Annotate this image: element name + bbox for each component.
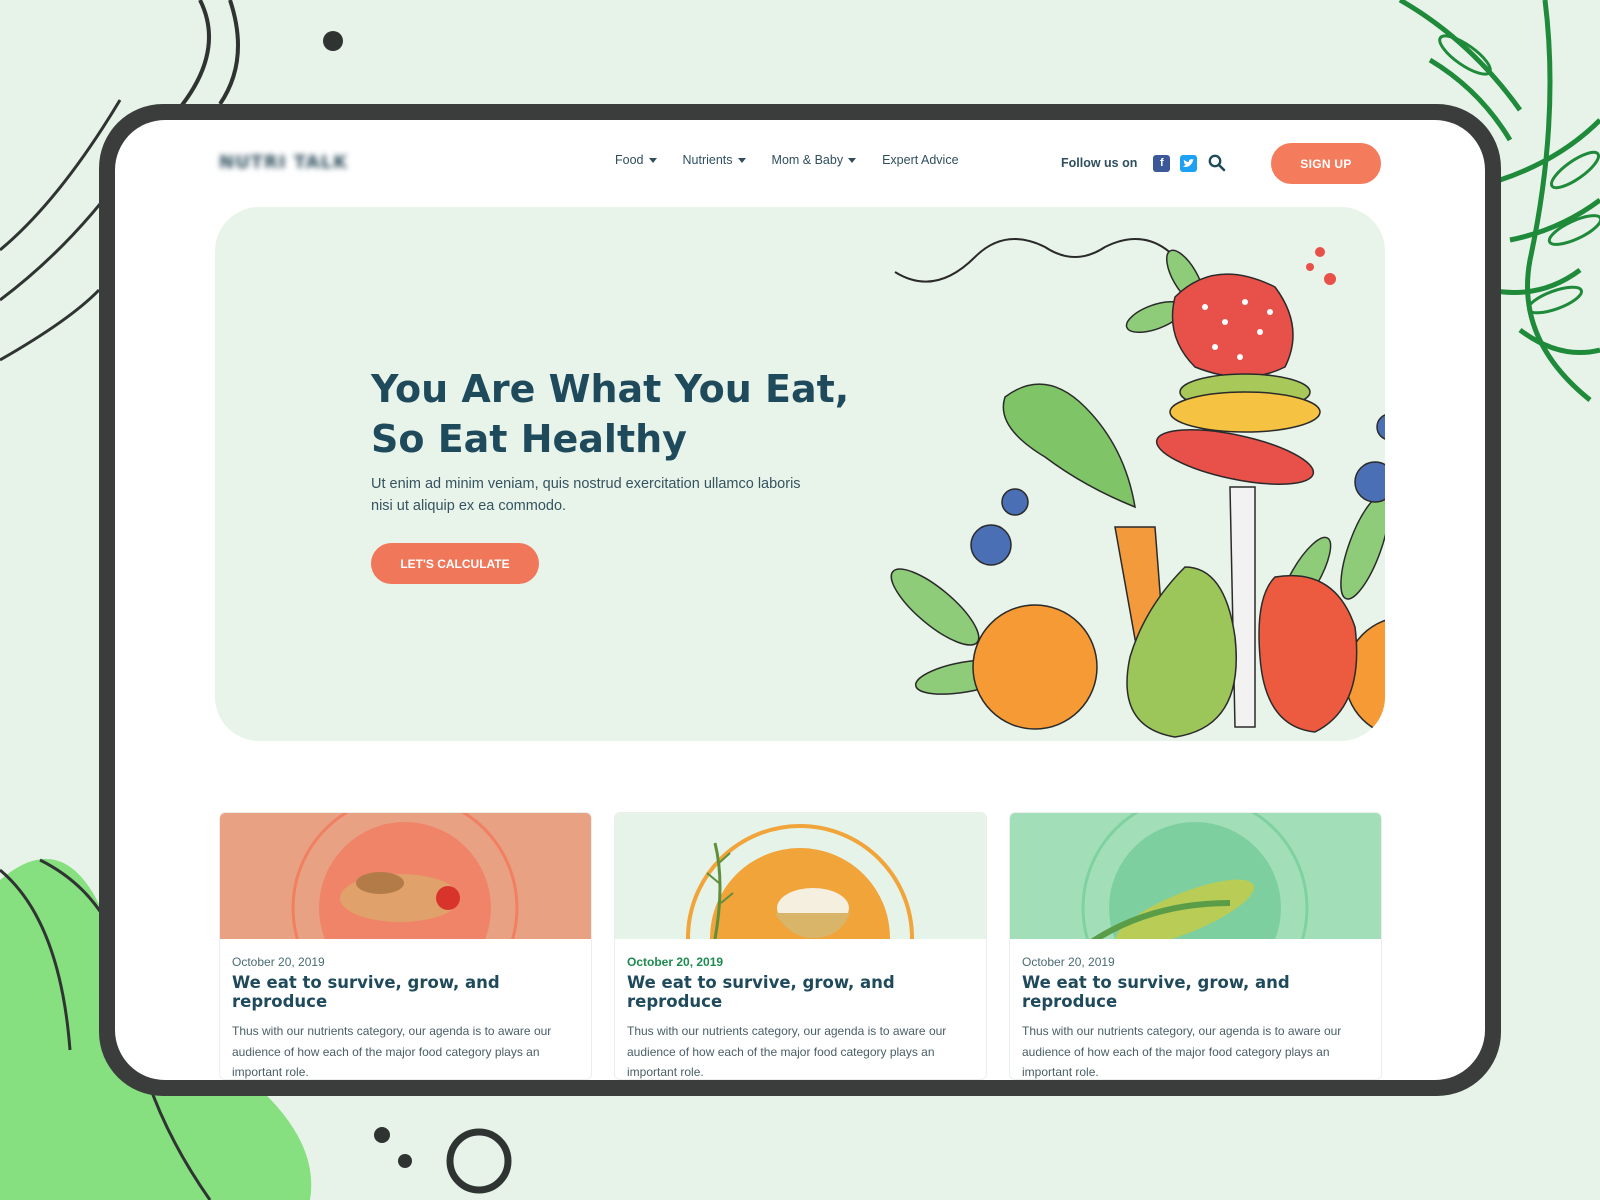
search-icon[interactable] xyxy=(1207,153,1227,173)
nav-expert-advice[interactable]: Expert Advice xyxy=(882,153,958,167)
follow-label: Follow us on xyxy=(1061,156,1138,170)
nav-mom-baby-label: Mom & Baby xyxy=(771,153,844,167)
signup-button[interactable]: SIGN UP xyxy=(1271,143,1381,184)
social-follow: Follow us on f xyxy=(1061,153,1227,173)
nav-nutrients-label: Nutrients xyxy=(682,153,733,167)
logo[interactable]: NUTRI TALK xyxy=(219,152,348,173)
card-title[interactable]: We eat to survive, grow, and reproduce xyxy=(232,973,579,1011)
article-card[interactable]: October 20, 2019 We eat to survive, grow… xyxy=(614,812,987,1080)
card-text: Thus with our nutrients category, our ag… xyxy=(232,1024,552,1079)
card-image-corn xyxy=(1010,813,1381,939)
card-image-pasta xyxy=(220,813,591,939)
device-frame: NUTRI TALK Food Nutrients Mom & Baby Exp… xyxy=(99,104,1501,1096)
main-nav: Food Nutrients Mom & Baby Expert Advice xyxy=(615,153,959,167)
chevron-down-icon xyxy=(648,157,657,163)
card-title[interactable]: We eat to survive, grow, and reproduce xyxy=(627,973,974,1011)
article-card[interactable]: October 20, 2019 We eat to survive, grow… xyxy=(219,812,592,1080)
card-date: October 20, 2019 xyxy=(627,955,724,969)
hero-subtitle: Ut enim ad minim veniam, quis nostrud ex… xyxy=(371,476,801,514)
nav-food-label: Food xyxy=(615,153,644,167)
hero-title-line2: So Eat Healthy xyxy=(371,417,687,461)
twitter-icon[interactable] xyxy=(1180,154,1198,172)
facebook-icon[interactable]: f xyxy=(1153,154,1171,172)
website-screen: NUTRI TALK Food Nutrients Mom & Baby Exp… xyxy=(115,120,1485,1080)
card-image-rice xyxy=(615,813,986,939)
chevron-down-icon xyxy=(848,157,857,163)
nav-mom-baby[interactable]: Mom & Baby xyxy=(772,153,857,167)
hero-section: You Are What You Eat, So Eat Healthy Ut … xyxy=(215,207,1385,741)
article-cards: October 20, 2019 We eat to survive, grow… xyxy=(219,812,1382,1080)
nav-food[interactable]: Food xyxy=(615,153,657,167)
chevron-down-icon xyxy=(737,157,746,163)
card-title[interactable]: We eat to survive, grow, and reproduce xyxy=(1022,973,1369,1011)
card-text: Thus with our nutrients category, our ag… xyxy=(627,1024,947,1079)
card-date: October 20, 2019 xyxy=(232,955,325,969)
card-date: October 20, 2019 xyxy=(1022,955,1115,969)
card-text: Thus with our nutrients category, our ag… xyxy=(1022,1024,1342,1079)
nav-expert-advice-label: Expert Advice xyxy=(882,153,959,167)
nav-nutrients[interactable]: Nutrients xyxy=(683,153,746,167)
lets-calculate-button[interactable]: LET'S CALCULATE xyxy=(371,543,539,584)
fruit-vegetable-illustration xyxy=(890,238,1385,738)
article-card[interactable]: October 20, 2019 We eat to survive, grow… xyxy=(1009,812,1382,1080)
